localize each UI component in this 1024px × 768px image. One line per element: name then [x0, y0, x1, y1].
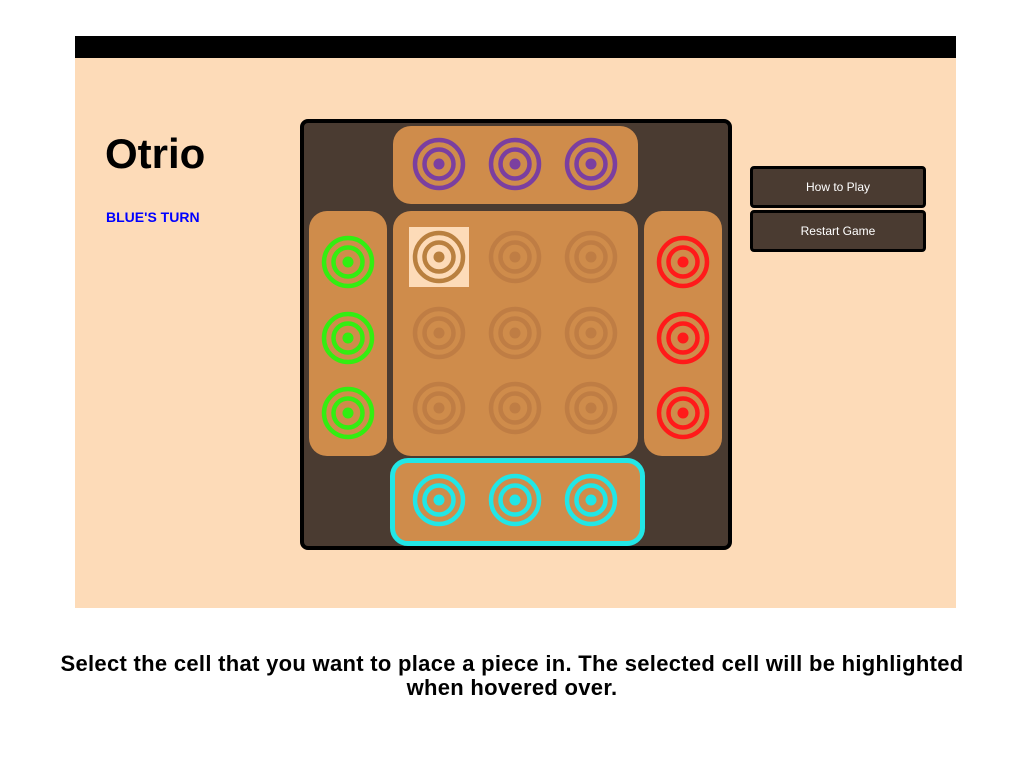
- purple-piece: [563, 136, 619, 192]
- concentric-rings-icon: [321, 235, 375, 289]
- board-cell[interactable]: [487, 229, 543, 285]
- top-bar: [75, 36, 956, 58]
- cyan-piece[interactable]: [411, 472, 467, 528]
- board-cell[interactable]: [563, 380, 619, 436]
- board-cell[interactable]: [487, 305, 543, 361]
- board-cell[interactable]: [411, 305, 467, 361]
- concentric-rings-icon: [656, 311, 710, 365]
- concentric-rings-icon: [412, 473, 466, 527]
- green-piece: [320, 385, 376, 441]
- concentric-rings-icon: [564, 137, 618, 191]
- cyan-piece[interactable]: [563, 472, 619, 528]
- restart-game-button[interactable]: Restart Game: [750, 210, 926, 252]
- board-cell[interactable]: [563, 305, 619, 361]
- concentric-rings-icon: [412, 381, 466, 435]
- red-piece: [655, 385, 711, 441]
- game-title: Otrio: [105, 130, 206, 177]
- concentric-rings-icon: [412, 230, 466, 284]
- concentric-rings-icon: [412, 306, 466, 360]
- red-piece: [655, 234, 711, 290]
- cyan-piece[interactable]: [487, 472, 543, 528]
- board-cell-selected[interactable]: [409, 227, 469, 287]
- how-to-play-button[interactable]: How to Play: [750, 166, 926, 208]
- turn-indicator: BLUE'S TURN: [106, 209, 200, 225]
- green-piece: [320, 234, 376, 290]
- concentric-rings-icon: [321, 386, 375, 440]
- board-cell[interactable]: [563, 229, 619, 285]
- concentric-rings-icon: [656, 235, 710, 289]
- board-cell[interactable]: [411, 380, 467, 436]
- concentric-rings-icon: [564, 381, 618, 435]
- green-piece: [320, 310, 376, 366]
- concentric-rings-icon: [564, 306, 618, 360]
- concentric-rings-icon: [564, 230, 618, 284]
- concentric-rings-icon: [321, 311, 375, 365]
- concentric-rings-icon: [488, 230, 542, 284]
- concentric-rings-icon: [564, 473, 618, 527]
- concentric-rings-icon: [656, 386, 710, 440]
- concentric-rings-icon: [488, 137, 542, 191]
- concentric-rings-icon: [412, 137, 466, 191]
- concentric-rings-icon: [488, 473, 542, 527]
- board-cell[interactable]: [487, 380, 543, 436]
- instructions-text: Select the cell that you want to place a…: [60, 651, 964, 700]
- purple-piece: [487, 136, 543, 192]
- concentric-rings-icon: [488, 381, 542, 435]
- concentric-rings-icon: [488, 306, 542, 360]
- red-piece: [655, 310, 711, 366]
- purple-piece: [411, 136, 467, 192]
